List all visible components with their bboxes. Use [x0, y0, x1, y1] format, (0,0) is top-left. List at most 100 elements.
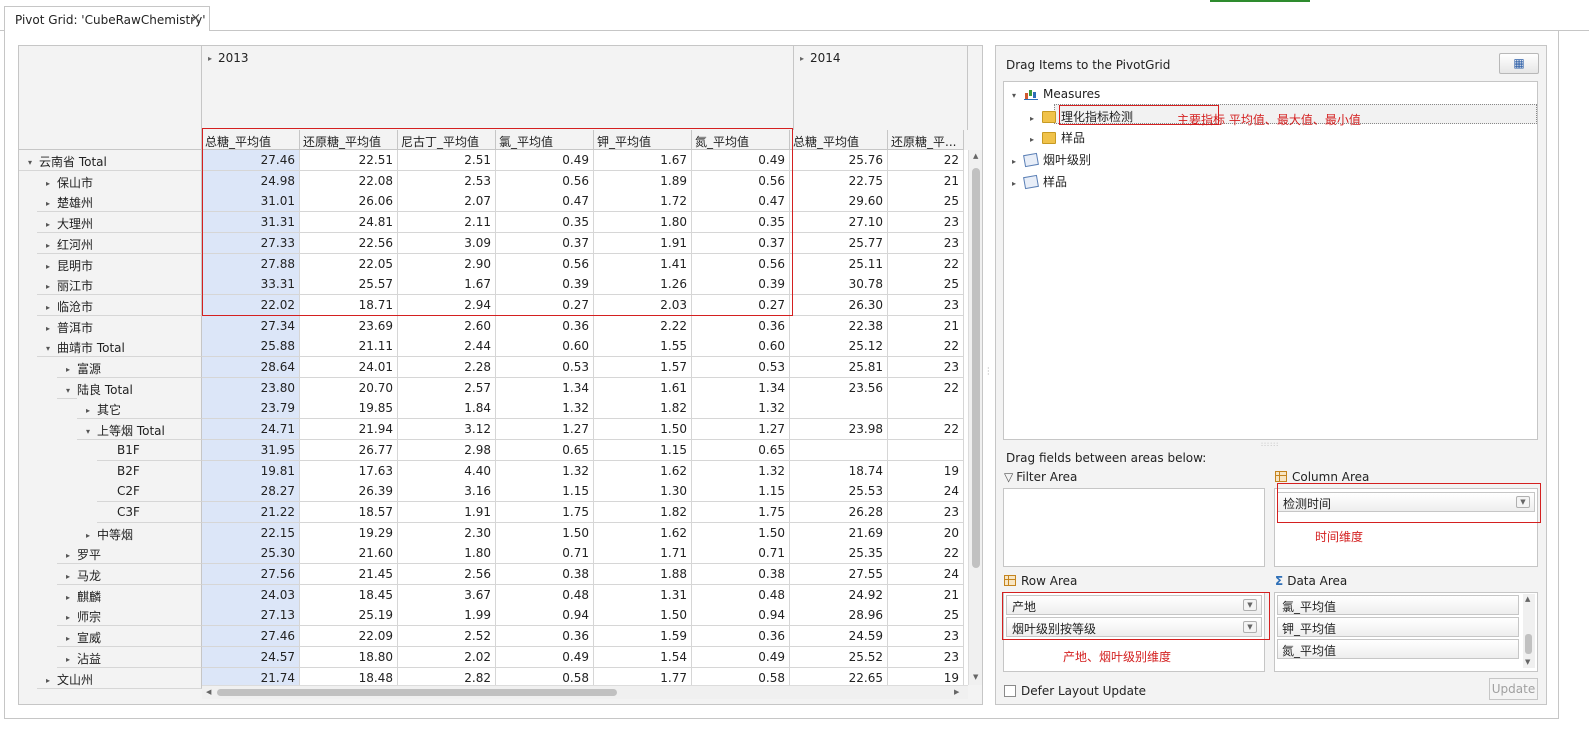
- grid-cell[interactable]: 19.81: [202, 461, 300, 482]
- grid-cell[interactable]: 1.67: [594, 150, 692, 171]
- grid-cell[interactable]: 22.38: [790, 316, 888, 337]
- grid-cell[interactable]: 25.77: [790, 233, 888, 254]
- data-field-chip[interactable]: 氯_平均值: [1277, 595, 1519, 615]
- row-header[interactable]: ▸ 丽江市: [37, 274, 202, 295]
- measure-header[interactable]: 总糖_平均值: [790, 130, 888, 150]
- layout-button[interactable]: ▦: [1499, 53, 1539, 74]
- grid-cell[interactable]: 1.30: [594, 481, 692, 502]
- grid-cell[interactable]: 31.95: [202, 440, 300, 461]
- measure-header[interactable]: 钾_平均值: [594, 130, 692, 150]
- expand-icon[interactable]: ▸: [41, 282, 55, 291]
- grid-cell[interactable]: 3.12: [398, 419, 496, 440]
- expand-icon[interactable]: ▸: [1012, 179, 1024, 188]
- column-header-2013[interactable]: ▸ 2013: [202, 46, 794, 130]
- expand-icon[interactable]: ▸: [208, 54, 212, 63]
- horizontal-scrollbar[interactable]: ◀ ▶: [202, 685, 968, 699]
- grid-cell[interactable]: 0.35: [692, 212, 790, 233]
- grid-cell[interactable]: 23: [888, 502, 964, 523]
- row-header[interactable]: ▸ 红河州: [37, 233, 202, 254]
- grid-cell[interactable]: 1.50: [692, 523, 790, 544]
- grid-cell[interactable]: 25.19: [300, 605, 398, 626]
- grid-cell[interactable]: 1.91: [594, 233, 692, 254]
- grid-cell[interactable]: 23.98: [790, 419, 888, 440]
- grid-cell[interactable]: 0.49: [496, 150, 594, 171]
- grid-cell[interactable]: 1.80: [594, 212, 692, 233]
- grid-cell[interactable]: 23.69: [300, 316, 398, 337]
- expand-icon[interactable]: ▸: [81, 406, 95, 415]
- grid-cell[interactable]: [790, 440, 888, 461]
- grid-cell[interactable]: 26.06: [300, 191, 398, 212]
- grid-cell[interactable]: 21.60: [300, 543, 398, 564]
- grid-cell[interactable]: [888, 440, 964, 461]
- grid-cell[interactable]: 0.39: [692, 274, 790, 295]
- expand-icon[interactable]: ▸: [1030, 135, 1042, 144]
- defer-layout-checkbox[interactable]: Defer Layout Update: [1004, 684, 1146, 698]
- grid-cell[interactable]: 4.40: [398, 461, 496, 482]
- row-header[interactable]: ▸ 普洱市: [37, 316, 202, 337]
- grid-cell[interactable]: 21.11: [300, 336, 398, 357]
- grid-cell[interactable]: 26.28: [790, 502, 888, 523]
- grid-cell[interactable]: 0.37: [496, 233, 594, 254]
- expand-icon[interactable]: ▸: [61, 572, 75, 581]
- grid-cell[interactable]: 0.56: [496, 171, 594, 192]
- grid-cell[interactable]: [790, 398, 888, 419]
- grid-cell[interactable]: 25.30: [202, 543, 300, 564]
- chevron-down-icon[interactable]: ▼: [1243, 621, 1257, 633]
- grid-cell[interactable]: 24.57: [202, 647, 300, 668]
- grid-cell[interactable]: 0.36: [692, 316, 790, 337]
- grid-cell[interactable]: 20.70: [300, 378, 398, 399]
- measure-header[interactable]: 氮_平均值: [692, 130, 790, 150]
- filter-area[interactable]: [1003, 488, 1265, 567]
- grid-cell[interactable]: 0.39: [496, 274, 594, 295]
- row-header[interactable]: ▸ 昆明市: [37, 254, 202, 275]
- grid-cell[interactable]: 22.51: [300, 150, 398, 171]
- measure-header[interactable]: 还原糖_平均值: [300, 130, 398, 150]
- grid-cell[interactable]: 22: [888, 543, 964, 564]
- splitter-grip[interactable]: · · ·: [987, 365, 990, 381]
- tree-node-measures[interactable]: ▾ Measures: [1012, 84, 1100, 104]
- row-header[interactable]: ▸ 沾益: [57, 647, 202, 668]
- grid-cell[interactable]: 24.59: [790, 626, 888, 647]
- scroll-left-icon[interactable]: ◀: [206, 688, 211, 696]
- data-area-scrollbar[interactable]: ▲ ▼: [1523, 594, 1535, 668]
- grid-cell[interactable]: 33.31: [202, 274, 300, 295]
- grid-cell[interactable]: 1.34: [496, 378, 594, 399]
- grid-cell[interactable]: 1.75: [496, 502, 594, 523]
- grid-cell[interactable]: 22: [888, 378, 964, 399]
- grid-cell[interactable]: 1.50: [594, 419, 692, 440]
- expand-icon[interactable]: ▸: [1030, 114, 1042, 123]
- grid-cell[interactable]: 22: [888, 254, 964, 275]
- grid-cell[interactable]: 3.16: [398, 481, 496, 502]
- measure-header[interactable]: 尼古丁_平均值: [398, 130, 496, 150]
- row-header[interactable]: ▸ 文山州: [37, 668, 202, 689]
- grid-cell[interactable]: 0.71: [692, 543, 790, 564]
- grid-cell[interactable]: 26.77: [300, 440, 398, 461]
- grid-cell[interactable]: 21: [888, 316, 964, 337]
- grid-cell[interactable]: 1.84: [398, 398, 496, 419]
- row-header[interactable]: B1F: [97, 440, 202, 461]
- grid-cell[interactable]: 0.38: [692, 564, 790, 585]
- grid-cell[interactable]: 27.10: [790, 212, 888, 233]
- grid-cell[interactable]: 0.36: [692, 626, 790, 647]
- grid-cell[interactable]: 22.08: [300, 171, 398, 192]
- grid-cell[interactable]: 0.56: [692, 254, 790, 275]
- grid-cell[interactable]: 0.36: [496, 626, 594, 647]
- grid-cell[interactable]: 1.91: [398, 502, 496, 523]
- grid-cell[interactable]: 20: [888, 523, 964, 544]
- grid-cell[interactable]: 18.45: [300, 585, 398, 606]
- row-field-chip[interactable]: 产地 ▼: [1006, 595, 1262, 615]
- grid-cell[interactable]: 2.30: [398, 523, 496, 544]
- vertical-scroll-thumb[interactable]: [972, 168, 980, 568]
- grid-cell[interactable]: 25.11: [790, 254, 888, 275]
- collapse-icon[interactable]: ▾: [23, 158, 37, 167]
- chevron-down-icon[interactable]: ▼: [1243, 599, 1257, 611]
- grid-cell[interactable]: 2.57: [398, 378, 496, 399]
- close-icon[interactable]: ×: [190, 11, 201, 26]
- grid-cell[interactable]: 0.38: [496, 564, 594, 585]
- grid-cell[interactable]: 1.99: [398, 605, 496, 626]
- grid-cell[interactable]: 18.57: [300, 502, 398, 523]
- grid-cell[interactable]: 2.56: [398, 564, 496, 585]
- grid-cell[interactable]: 24.92: [790, 585, 888, 606]
- grid-cell[interactable]: 24.03: [202, 585, 300, 606]
- measure-header[interactable]: 氯_平均值: [496, 130, 594, 150]
